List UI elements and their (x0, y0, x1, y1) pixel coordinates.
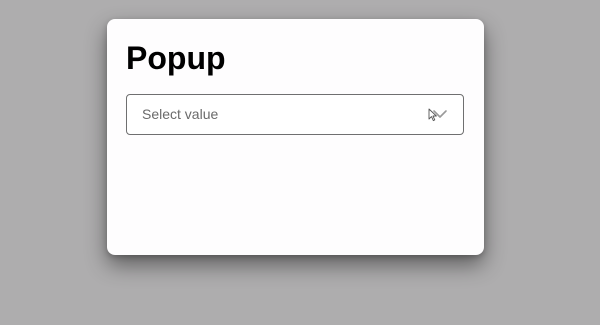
popup-dialog: Popup Select value (107, 19, 484, 255)
select-placeholder: Select value (142, 106, 219, 122)
popup-title: Popup (126, 40, 226, 76)
mouse-pointer-icon (428, 108, 437, 122)
value-select[interactable]: Select value (126, 94, 464, 135)
